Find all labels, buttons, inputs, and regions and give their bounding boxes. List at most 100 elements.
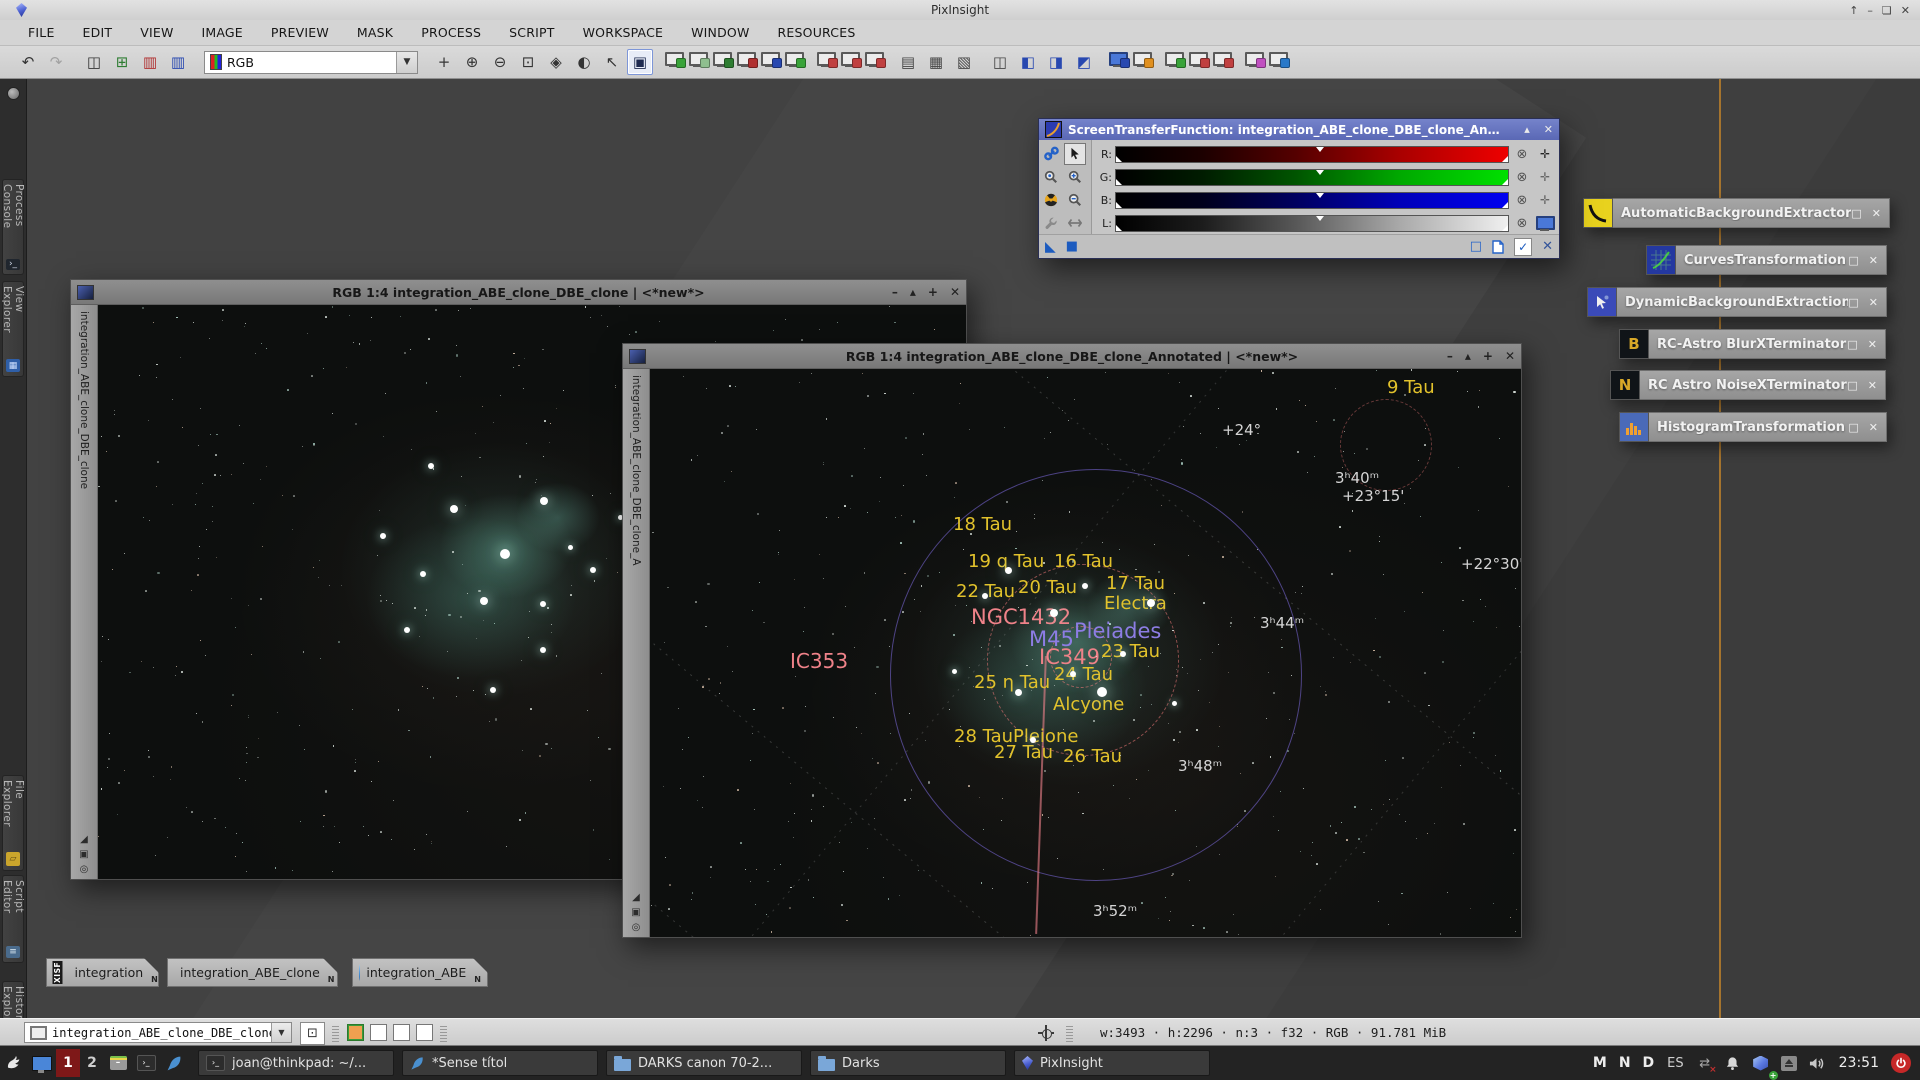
- menu-window[interactable]: WINDOW: [677, 21, 763, 44]
- next-view-icon[interactable]: [840, 51, 860, 67]
- archive-launcher-icon[interactable]: –: [105, 1049, 131, 1077]
- iconized-window-integration[interactable]: XISF integration N: [46, 958, 159, 987]
- extract-channels-icon[interactable]: ▥: [137, 49, 163, 75]
- process-icon-automaticbackgroundextractor[interactable]: AutomaticBackgroundExtractor □ ✕: [1583, 198, 1890, 228]
- zoom-in-mode-icon[interactable]: ⊕: [459, 49, 485, 75]
- window-close-button[interactable]: ✕: [950, 285, 960, 299]
- view-lock-icon[interactable]: [664, 51, 684, 67]
- menu-script[interactable]: SCRIPT: [495, 21, 568, 44]
- select-mode-icon[interactable]: ↖: [599, 49, 625, 75]
- menu-process[interactable]: PROCESS: [407, 21, 495, 44]
- taskbar-button-darks-canon-70-2-[interactable]: DARKS canon 70-2...: [606, 1050, 802, 1076]
- stf-edit-channel-icon[interactable]: ✛: [1535, 145, 1555, 163]
- channel-selector-combo[interactable]: RGB ▼: [204, 51, 418, 74]
- process-restore-button[interactable]: □: [1847, 379, 1857, 392]
- process-icon-noisexterminator[interactable]: N RC Astro NoiseXTerminator □ ✕: [1610, 370, 1886, 400]
- image-canvas[interactable]: 9 Tau+24°3ʰ40ᵐ+23°15'+22°30'18 Tau19 q T…: [650, 369, 1521, 937]
- readout-swatch[interactable]: [416, 1024, 433, 1041]
- horizontal-range-icon[interactable]: [1065, 213, 1085, 233]
- split-workspace-icon[interactable]: ◫: [987, 49, 1013, 75]
- menu-preview[interactable]: PREVIEW: [257, 21, 343, 44]
- screen-mode-button[interactable]: ⊡: [300, 1022, 325, 1045]
- link-rgb-icon[interactable]: [1041, 144, 1061, 164]
- process-icon-blurxterminator[interactable]: B RC-Astro BlurXTerminator □ ✕: [1619, 329, 1886, 359]
- stf-reset-channel-icon[interactable]: ⊗: [1512, 168, 1532, 186]
- process-restore-button[interactable]: □: [1848, 296, 1858, 309]
- menu-edit[interactable]: EDIT: [69, 21, 127, 44]
- stf-edit-channel-icon[interactable]: ✛: [1535, 191, 1555, 209]
- clock[interactable]: 23:51: [1839, 1055, 1879, 1071]
- stf-titlebar[interactable]: ScreenTransferFunction: integration_ABE_…: [1039, 119, 1559, 140]
- menu-resources[interactable]: RESOURCES: [764, 21, 870, 44]
- bottom-panel-icon[interactable]: ◩: [1071, 49, 1097, 75]
- resize-grip-icon[interactable]: ◢: [632, 892, 640, 903]
- menu-workspace[interactable]: WORKSPACE: [569, 21, 678, 44]
- wrench-settings-icon[interactable]: [1041, 213, 1061, 233]
- new-image-window-icon[interactable]: [864, 51, 884, 67]
- statusbar-grip[interactable]: [440, 1024, 447, 1042]
- iconized-window-integration_ABE_clone[interactable]: integration_ABE_clone N: [167, 958, 338, 987]
- window-shade-button[interactable]: ▴: [910, 285, 916, 299]
- pan-mode-icon[interactable]: +: [431, 49, 457, 75]
- screen-color-profile-icon[interactable]: [1244, 51, 1264, 67]
- stf-edit-icon[interactable]: [1212, 51, 1232, 67]
- view-selector-combo[interactable]: integration_ABE_clone_DBE_clone_A ▼: [24, 1022, 292, 1043]
- right-panel-icon[interactable]: ◨: [1043, 49, 1069, 75]
- process-icon-dynamicbackgroundextraction[interactable]: DynamicBackgroundExtraction □ ✕: [1587, 287, 1887, 317]
- window-close-button[interactable]: ✕: [1505, 349, 1515, 363]
- process-close-button[interactable]: ✕: [1869, 296, 1878, 309]
- fit-window-icon[interactable]: ⊡: [515, 49, 541, 75]
- zoom-in-view-icon[interactable]: [712, 51, 732, 67]
- zoom-dot-icon[interactable]: [1041, 167, 1061, 187]
- new-preview-icon[interactable]: ◫: [81, 49, 107, 75]
- previous-view-icon[interactable]: [816, 51, 836, 67]
- stf-screen-icon[interactable]: [1535, 214, 1555, 232]
- image-window-annotated[interactable]: RGB 1:4 integration_ABE_clone_DBE_clone_…: [622, 343, 1522, 938]
- menu-mask[interactable]: MASK: [343, 21, 407, 44]
- target-icon[interactable]: ◎: [632, 922, 641, 933]
- statusbar-grip[interactable]: [332, 1024, 339, 1042]
- process-close-button[interactable]: ✕: [1868, 379, 1877, 392]
- sidebar-tab-process-console[interactable]: Process Console ›_: [2, 179, 24, 275]
- sidebar-tab-view-explorer[interactable]: View Explorer ▦: [2, 281, 24, 377]
- cursor-readout-icon[interactable]: [760, 51, 780, 67]
- show-desktop-icon[interactable]: [29, 1049, 55, 1077]
- readout-swatch[interactable]: [393, 1024, 410, 1041]
- redo-icon[interactable]: ↷: [43, 49, 69, 75]
- menu-file[interactable]: FILE: [14, 21, 69, 44]
- readout-mode-icon[interactable]: ▣: [627, 49, 653, 75]
- combine-channels-icon[interactable]: ▥: [165, 49, 191, 75]
- process-icon-histogramtransformation[interactable]: HistogramTransformation □ ✕: [1619, 412, 1887, 442]
- volume-icon[interactable]: [1804, 1049, 1830, 1077]
- enable-checkbox[interactable]: ✓: [1514, 238, 1532, 256]
- menu-image[interactable]: IMAGE: [188, 21, 257, 44]
- notifications-bell-icon[interactable]: [1720, 1049, 1746, 1077]
- view-unlock-icon[interactable]: [688, 51, 708, 67]
- window-minimize-button[interactable]: –: [1447, 349, 1453, 363]
- process-restore-button[interactable]: □: [1848, 254, 1858, 267]
- pin-icon[interactable]: [7, 87, 20, 100]
- process-icon-curvestransformation[interactable]: CurvesTransformation □ ✕: [1646, 245, 1887, 275]
- taskbar-button-joan-thinkpad-[interactable]: ›_ joan@thinkpad: ~/...: [198, 1050, 394, 1076]
- track-view-square-icon[interactable]: ■: [1066, 239, 1078, 254]
- zoom-out-mode-icon[interactable]: ⊖: [487, 49, 513, 75]
- process-restore-button[interactable]: □: [1851, 207, 1861, 220]
- frame-icon[interactable]: ▣: [631, 907, 640, 918]
- wm-logo-icon[interactable]: [1, 1049, 27, 1077]
- stf-enabled-icon[interactable]: [1108, 51, 1128, 67]
- screen-layout3-icon[interactable]: ▧: [951, 49, 977, 75]
- radiation-boost-icon[interactable]: [1041, 190, 1061, 210]
- zoom-in-icon[interactable]: [1065, 167, 1085, 187]
- chevron-down-icon[interactable]: ▼: [396, 52, 417, 73]
- dialog-shade-button[interactable]: ▴: [1524, 123, 1530, 136]
- duplicate-image-icon[interactable]: ⊞: [109, 49, 135, 75]
- removable-media-icon[interactable]: [1776, 1049, 1802, 1077]
- screen-layout2-icon[interactable]: ▦: [923, 49, 949, 75]
- color-management-setup-icon[interactable]: [1268, 51, 1288, 67]
- stf-gradient-bar[interactable]: [1115, 169, 1509, 186]
- workspace-2-button[interactable]: 2: [80, 1049, 104, 1077]
- window-minimize-button[interactable]: –: [892, 285, 898, 299]
- sidebar-tab-script-editor[interactable]: Script Editor ≡: [2, 875, 24, 963]
- dynamic-operation-icon[interactable]: ◐: [571, 49, 597, 75]
- process-restore-button[interactable]: □: [1848, 421, 1858, 434]
